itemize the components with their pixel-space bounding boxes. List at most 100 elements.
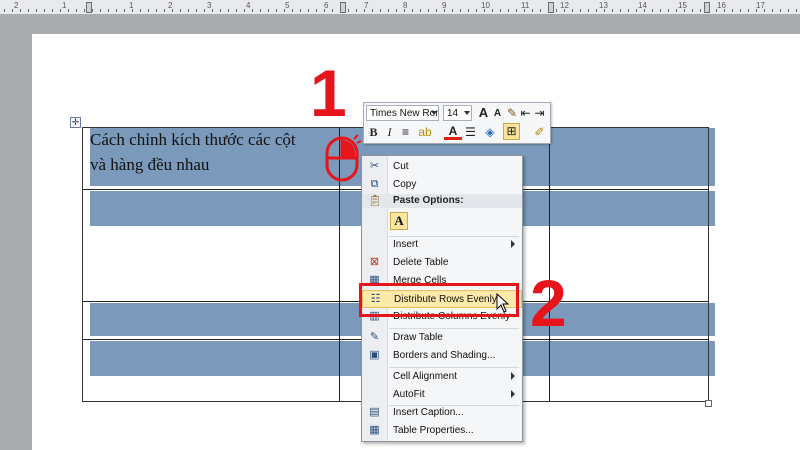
ruler-tick (492, 9, 493, 12)
mini-formatting-toolbar: Times New Ron 14 A A ✎ ⇤ ⇥ B I ≡ ab A ☰ … (363, 102, 551, 144)
ruler-tick (772, 9, 773, 12)
decrease-indent-icon[interactable]: ⇤ (519, 105, 532, 121)
highlight-icon[interactable]: ab (416, 124, 434, 140)
italic-button[interactable]: I (383, 124, 396, 140)
step-2-label: 2 (530, 266, 567, 340)
font-color-button[interactable]: A (444, 123, 462, 140)
shrink-font-button[interactable]: A (492, 106, 503, 122)
ruler-number: 8 (403, 1, 408, 10)
ruler-tick (92, 9, 93, 12)
table-move-handle[interactable]: ✛ (70, 117, 81, 128)
cell-text-line: và hàng đều nhau (90, 155, 210, 174)
ruler-tick (436, 9, 437, 12)
ruler-tick (652, 9, 653, 12)
font-name-box[interactable]: Times New Ron (366, 105, 439, 121)
borders-button[interactable]: ⊞ (503, 123, 520, 140)
ruler-tick (628, 9, 629, 12)
ruler-tick (452, 9, 453, 12)
ruler-number: 14 (638, 1, 647, 10)
menu-item-label: Insert (393, 239, 419, 250)
ruler-tick (788, 9, 789, 12)
menu-item-label: Copy (393, 179, 417, 190)
menu-item-table-properties[interactable]: ▦ Table Properties... (362, 422, 522, 440)
ruler-column-marker[interactable] (704, 2, 710, 13)
center-align-icon[interactable]: ≡ (399, 124, 412, 140)
ruler-tick (372, 9, 373, 12)
menu-item-cut[interactable]: ✂ Cut (362, 158, 522, 176)
ruler-number: 7 (364, 1, 369, 10)
chevron-down-icon (464, 111, 470, 115)
ruler-column-marker[interactable] (548, 2, 554, 13)
menu-item-borders-and-shading[interactable]: ▣ Borders and Shading... (362, 347, 522, 365)
ruler-tick (508, 9, 509, 12)
ruler-tick (20, 9, 21, 12)
styles-icon[interactable]: ☰ (464, 124, 477, 140)
ruler-tick (228, 9, 229, 12)
ruler-tick (116, 9, 117, 12)
menu-item-draw-table[interactable]: ✎ Draw Table (362, 329, 522, 347)
menu-item-copy[interactable]: ⧉ Copy (362, 176, 522, 194)
ruler-tick (196, 9, 197, 12)
font-size-value: 14 (447, 108, 459, 119)
ruler-tick (292, 9, 293, 12)
menu-item-label: Table Properties... (393, 425, 474, 436)
ruler-tick (572, 9, 573, 12)
ruler-tick (540, 9, 541, 12)
paste-keep-text-only-button[interactable]: A (390, 212, 408, 230)
ruler-number: 2 (14, 1, 19, 10)
ruler-tick (316, 9, 317, 12)
ruler-tick (212, 9, 213, 12)
ruler-tick (180, 9, 181, 12)
ruler-tick (380, 9, 381, 12)
ruler-tick (276, 9, 277, 12)
ruler-tick (668, 9, 669, 12)
menu-item-label: Borders and Shading... (393, 350, 496, 361)
ruler-tick (388, 9, 389, 12)
ruler-tick (260, 9, 261, 12)
menu-item-insert-caption[interactable]: ▤ Insert Caption... (362, 404, 522, 422)
menu-item-delete-table[interactable]: ⊠ Delete Table (362, 254, 522, 272)
menu-item-cell-alignment[interactable]: Cell Alignment (362, 368, 522, 386)
ruler-number: 13 (599, 1, 608, 10)
ruler-tick (28, 9, 29, 12)
horizontal-ruler[interactable]: 2 1 1 2 3 4 5 6 7 8 9 10 11 12 13 14 15 16 17 (0, 0, 800, 15)
copy-icon: ⧉ (370, 178, 379, 190)
ruler-number: 6 (324, 1, 329, 10)
ruler-number: 17 (756, 1, 765, 10)
font-size-box[interactable]: 14 (443, 105, 472, 121)
ruler-column-marker[interactable] (86, 2, 92, 13)
ruler-tick (556, 9, 557, 12)
increase-indent-icon[interactable]: ⇥ (533, 105, 546, 121)
ruler-tick (676, 9, 677, 12)
ruler-number: 4 (246, 1, 251, 10)
ruler-tick (460, 9, 461, 12)
ruler-number: 2 (168, 1, 173, 10)
ruler-tick (188, 9, 189, 12)
menu-item-autofit[interactable]: AutoFit (362, 386, 522, 404)
menu-item-label: AutoFit (393, 389, 425, 400)
ruler-tick (500, 9, 501, 12)
ruler-tick (12, 9, 13, 12)
menu-item-insert[interactable]: Insert (362, 236, 522, 254)
ruler-tick (236, 9, 237, 12)
cell-text[interactable]: Cách chỉnh kích thước các cột và hàng đề… (90, 127, 350, 177)
ruler-tick (692, 9, 693, 12)
ruler-tick (84, 9, 85, 12)
ruler-number: 5 (285, 1, 290, 10)
format-painter-icon[interactable]: ✎ (506, 105, 518, 121)
ruler-column-marker[interactable] (340, 2, 346, 13)
bold-button[interactable]: B (367, 124, 380, 140)
shading-icon[interactable]: ◈ (482, 124, 498, 140)
font-name-value: Times New Ron (370, 108, 439, 119)
ruler-tick (476, 9, 477, 12)
ruler-tick (580, 9, 581, 12)
ruler-tick (60, 9, 61, 12)
grow-font-button[interactable]: A (477, 105, 490, 121)
ruler-tick (164, 9, 165, 12)
step-1-label: 1 (310, 56, 347, 130)
table-resize-handle[interactable] (705, 400, 712, 407)
ruler-tick (68, 9, 69, 12)
ruler-tick (636, 9, 637, 12)
ruler-tick (124, 9, 125, 12)
eraser-icon[interactable]: ✐ (533, 124, 546, 140)
